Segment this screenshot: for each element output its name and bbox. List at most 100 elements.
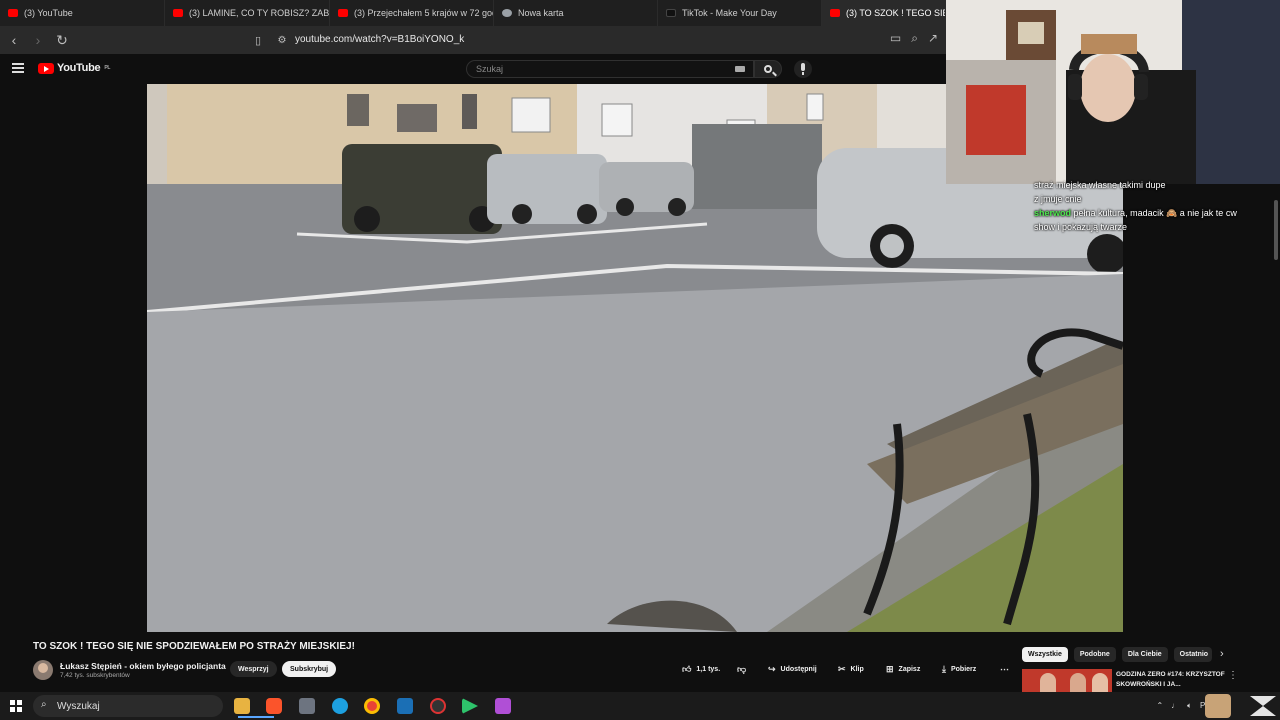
reload-icon[interactable]: ↻ [52,30,72,50]
chip-for-you[interactable]: Dla Ciebie [1121,647,1168,662]
recommendation-chips: Wszystkie Podobne Dla Ciebie Ostatnio [1022,647,1212,662]
page-scrollbar[interactable] [1274,200,1278,260]
share-icon[interactable]: ↗ [928,31,938,46]
tab-label: TikTok - Make Your Day [682,8,777,18]
bookmark-icon[interactable]: ▯ [248,30,268,50]
support-button[interactable]: Wesprzyj [230,661,277,677]
file-explorer-icon[interactable] [234,698,250,714]
youtube-favicon-icon [338,9,348,17]
subscriber-count: 7,42 tys. subskrybentów [60,672,130,679]
share-label: Udostępnij [780,665,817,673]
like-button[interactable]: 👍︎ 1,1 tys. [682,661,720,677]
recommendation-title[interactable]: GODZINA ZERO #174: KRZYSZTOF SKOWROŃSKI … [1116,670,1226,690]
tab-label: (3) LAMINE, CO TY ROBISZ? ZABAWA [189,8,330,18]
url-field[interactable]: youtube.com/watch?v=B1BoiYONO_k [295,34,464,45]
scissors-icon: ✂ [838,663,846,674]
save-button[interactable]: ⊞ Zapisz [886,661,920,677]
youtube-favicon-icon [8,9,18,17]
share-arrow-icon: ↪ [768,663,776,674]
tab-label: Nowa karta [518,8,564,18]
cast-icon[interactable]: ▭ [890,31,901,46]
video-title: TO SZOK ! TEGO SIĘ NIE SPODZIEWAŁEM PO S… [33,641,355,652]
chip-all[interactable]: Wszystkie [1022,647,1068,662]
steam-icon[interactable] [397,698,413,714]
channel-avatar[interactable] [33,660,53,680]
edge-icon[interactable] [332,698,348,714]
chat-text: straż miejska własne takimi dupe [1034,180,1166,190]
forward-arrow-icon[interactable]: › [28,30,48,50]
windows-start-icon[interactable] [10,700,22,712]
media-player-icon[interactable] [462,698,478,714]
tab-lamine[interactable]: (3) LAMINE, CO TY ROBISZ? ZABAWA [165,0,330,26]
obs-icon[interactable] [430,698,446,714]
download-button[interactable]: ⤓ Pobierz [942,661,976,677]
chip-recent[interactable]: Ostatnio [1173,647,1212,662]
thumbs-up-icon: 👍︎ [682,663,692,674]
chat-message: show i pokazują twarze [1034,220,1280,234]
zoom-icon[interactable]: ⌕ [911,31,918,46]
youtube-header: YouTube PL Szukaj [0,54,946,84]
keyboard-icon[interactable] [735,66,745,72]
tab-tiktok[interactable]: TikTok - Make Your Day [658,0,822,26]
like-count: 1,1 tys. [696,665,721,673]
chat-text: pełna kultura, madacik 🙈 a nie jak te cw [1073,208,1237,218]
youtube-favicon-icon [173,9,183,17]
tab-przejechalem[interactable]: (3) Przejechałem 5 krajów w 72 godz [330,0,494,26]
voice-search-button[interactable] [794,60,812,78]
tab-new-tab[interactable]: Nowa karta [494,0,658,26]
subscribe-button[interactable]: Subskrybuj [282,661,337,677]
search-icon: ⌕ [41,699,47,710]
more-vert-icon[interactable]: ⋮ [1228,670,1238,681]
menu-icon[interactable] [12,63,24,73]
clip-button[interactable]: ✂ Klip [838,661,864,677]
search-input[interactable]: Szukaj [466,60,754,78]
logo-region: PL [104,65,111,71]
chevron-right-icon[interactable]: › [1220,648,1224,660]
youtube-play-icon [38,62,54,74]
chat-nick: sherwod [1034,208,1072,218]
site-settings-icon[interactable]: ⚙ [272,30,292,50]
address-bar-actions: ▭ ⌕ ↗ [890,31,938,46]
download-label: Pobierz [950,665,977,673]
download-icon: ⤓ [942,663,946,674]
search-icon [764,65,772,73]
search-placeholder: Szukaj [476,64,504,74]
share-button[interactable]: ↪ Udostępnij [768,661,817,677]
taskbar-search-text: Wyszukaj [57,700,100,712]
chevron-up-icon[interactable]: ⌃ [1156,701,1163,711]
windows-taskbar: ⌕ Wyszukaj ⌃ ♩ 🔈︎ POL [0,692,1280,720]
clip-label: Klip [850,665,864,673]
search-button[interactable] [754,60,782,78]
tab-youtube[interactable]: (3) YouTube [0,0,165,26]
address-bar: ‹ › ↻ ▯ ⚙ youtube.com/watch?v=B1BoiYONO_… [0,26,946,54]
channel-name[interactable]: Łukasz Stępień - okiem byłego policjanta [60,661,226,671]
playlist-add-icon: ⊞ [886,663,894,674]
dislike-button[interactable]: 👎︎ [737,661,746,677]
thumbs-down-icon: 👎︎ [737,663,747,674]
back-arrow-icon[interactable]: ‹ [4,30,24,50]
stream-chat-overlay: straż miejska własne takimi dupe z jmuje… [1034,178,1280,234]
app-icon[interactable] [299,698,315,714]
logo-text: YouTube [57,62,101,74]
more-dots-icon: ⋯ [1000,663,1009,674]
brave-browser-icon[interactable] [266,698,282,714]
tab-active-video[interactable]: (3) TO SZOK ! TEGO SIĘ N [822,0,946,26]
chat-message: sherwod pełna kultura, madacik 🙈 a nie j… [1034,206,1280,220]
chat-text: show i pokazują twarze [1034,222,1128,232]
microphone-icon [801,63,805,75]
volume-icon[interactable]: 🔈︎ [1187,701,1192,711]
chip-similar[interactable]: Podobne [1073,647,1116,662]
app-icon-2[interactable] [495,698,511,714]
recommendation-thumbnail[interactable] [1022,669,1112,693]
save-label: Zapisz [898,665,921,673]
microphone-tray-icon[interactable]: ♩ [1171,701,1179,711]
webcam-frame [946,0,1280,184]
video-info: TO SZOK ! TEGO SIĘ NIE SPODZIEWAŁEM PO S… [0,632,1280,693]
chrome-icon[interactable] [364,698,380,714]
youtube-logo[interactable]: YouTube PL [38,62,110,74]
overlay-logo-icon [1250,696,1276,716]
chat-message: straż miejska własne takimi dupe [1034,178,1280,192]
taskbar-search-input[interactable]: ⌕ Wyszukaj [33,695,223,717]
more-actions-button[interactable]: ⋯ [1000,661,1009,677]
active-app-indicator [238,716,274,718]
